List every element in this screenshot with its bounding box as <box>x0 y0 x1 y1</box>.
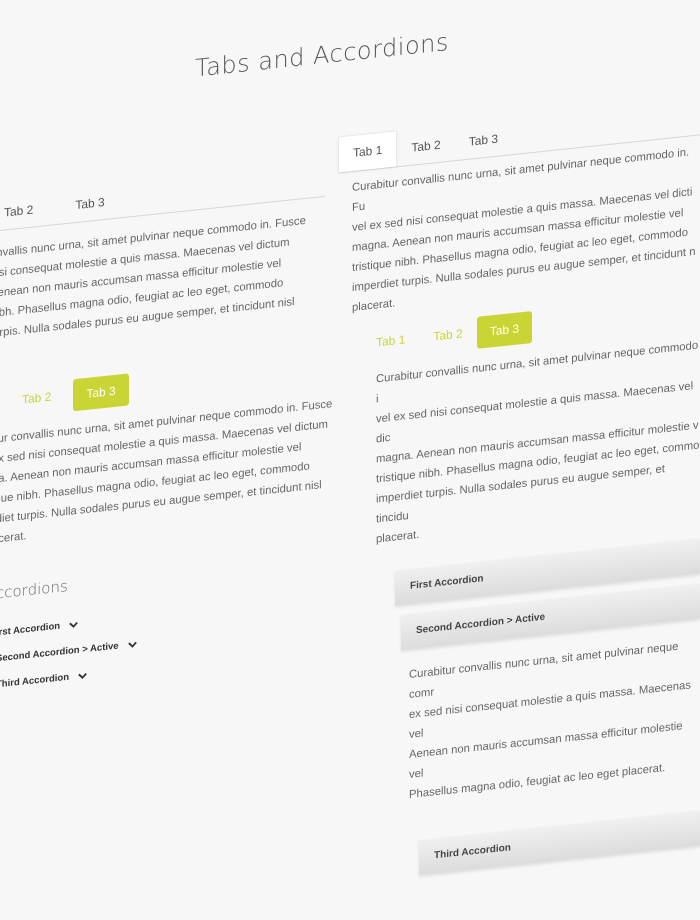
tabs-lime-right: Tab 1 Tab 2 Tab 3 Curabitur convallis nu… <box>362 291 700 551</box>
accordion-label: Third Accordion <box>0 671 70 691</box>
accordion-label: irst Accordion <box>0 620 61 639</box>
tab-1[interactable]: Tab 1 <box>362 321 419 361</box>
tab-2[interactable]: Tab 2 <box>0 191 47 231</box>
accordions-heading: ccordions <box>0 576 68 603</box>
accordions-right: First Accordion Second Accordion > Activ… <box>395 538 700 877</box>
chevron-down-icon <box>78 673 87 679</box>
accordion-label: First Accordion <box>410 573 484 592</box>
accordion-item-third[interactable]: Third Accordion <box>419 810 700 875</box>
tab-3-active[interactable]: Tab 3 <box>476 311 533 349</box>
accordion-label: Second Accordion > Active <box>416 611 546 637</box>
accordion-label: Third Accordion <box>434 842 511 862</box>
chevron-down-icon <box>127 641 137 648</box>
tab-3[interactable]: Tab 3 <box>61 184 118 224</box>
tabs-plain-right: Tab 1 Tab 2 Tab 3 Curabitur convallis nu… <box>338 98 700 319</box>
accordion-label: Second Accordion > Active <box>0 640 119 665</box>
tabs-lime-left: Tab 2 Tab 3 itur convallis nunc urna, si… <box>0 350 337 550</box>
accordion-content: Curabitur convallis nunc urna, sit amet … <box>395 618 700 806</box>
tab-1-active[interactable]: Tab 1 <box>338 130 398 173</box>
accordions-left: ccordions irst Accordion Second Accordio… <box>0 553 296 691</box>
tab-2[interactable]: Tab 2 <box>8 378 65 418</box>
tab-3[interactable]: Tab 3 <box>455 120 512 160</box>
tab-3-active[interactable]: Tab 3 <box>73 373 129 412</box>
tabs-plain-left: Tab 2 Tab 3 onvallis nunc urna, sit amet… <box>0 162 325 364</box>
tab-2[interactable]: Tab 2 <box>397 126 454 166</box>
tab-content: Curabitur convallis nunc urna, sit amet … <box>362 325 700 551</box>
tab-2[interactable]: Tab 2 <box>419 315 476 355</box>
page-title: Tabs and Accordions <box>195 27 449 83</box>
chevron-down-icon <box>69 621 78 628</box>
